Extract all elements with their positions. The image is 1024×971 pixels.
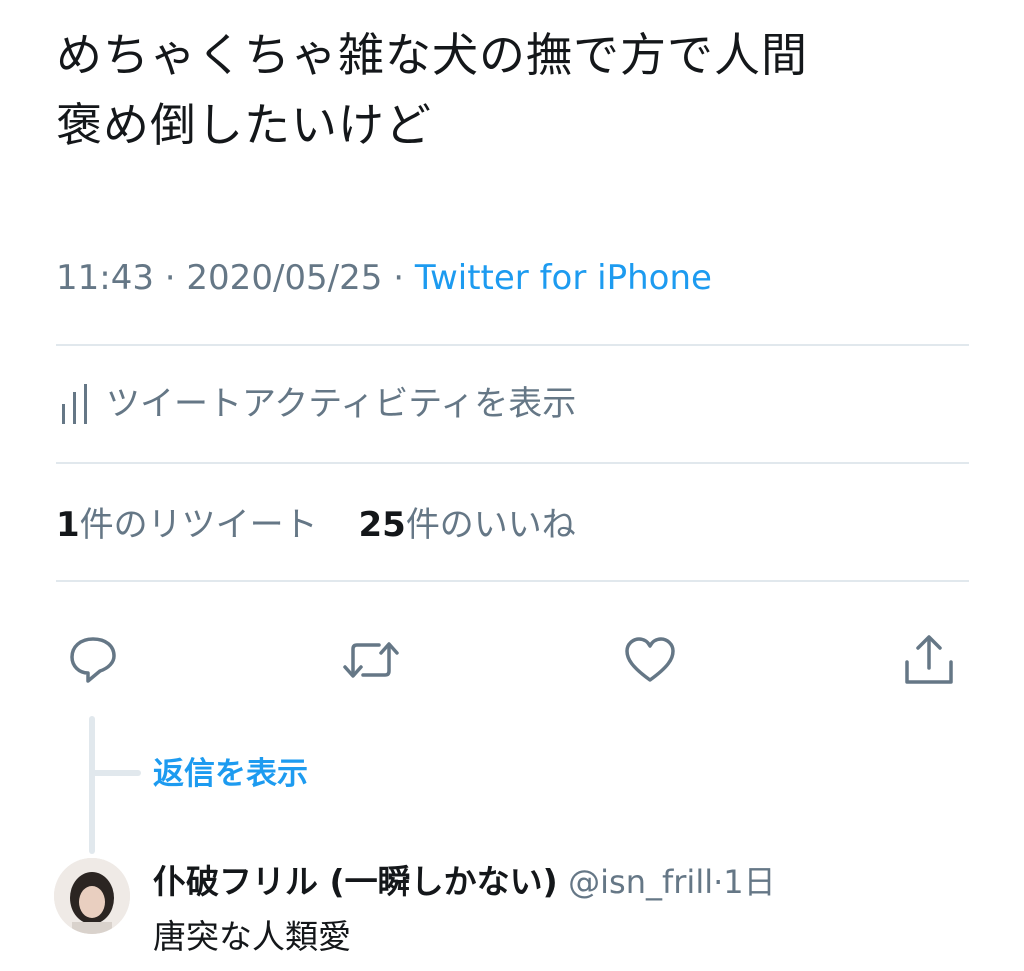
thread-line-branch bbox=[89, 770, 141, 776]
retweet-button[interactable] bbox=[336, 625, 406, 695]
divider bbox=[56, 344, 969, 346]
retweets-stat[interactable]: 1件のリツイート bbox=[56, 505, 318, 545]
reply-time: 1日 bbox=[723, 863, 776, 901]
divider bbox=[56, 462, 969, 464]
reply-separator: · bbox=[713, 863, 724, 901]
reply-button[interactable] bbox=[58, 625, 128, 695]
tweet-time: 11:43 bbox=[56, 258, 154, 298]
likes-stat[interactable]: 25件のいいね bbox=[358, 505, 575, 545]
reply-text: 唐突な人類愛 bbox=[153, 917, 351, 956]
thread-line bbox=[89, 716, 95, 854]
meta-separator: · bbox=[382, 258, 415, 298]
show-replies-link[interactable]: 返信を表示 bbox=[153, 748, 308, 793]
likes-count: 25 bbox=[358, 505, 406, 545]
retweets-count: 1 bbox=[56, 505, 80, 545]
reply-header: 仆破フリル (一瞬しかない) @isn_frill·1日 bbox=[153, 855, 776, 903]
like-icon bbox=[625, 637, 675, 682]
reply-handle[interactable]: @isn_frill bbox=[568, 863, 713, 901]
tweet-stats: 1件のリツイート 25件のいいね bbox=[56, 497, 606, 546]
meta-separator: · bbox=[153, 258, 187, 298]
avatar-image bbox=[54, 858, 130, 934]
tweet-date: 2020/05/25 bbox=[186, 258, 383, 298]
tweet-activity-label: ツイートアクティビティを表示 bbox=[106, 383, 577, 424]
retweets-label: 件のリツイート bbox=[79, 505, 318, 545]
tweet-text-line-1: めちゃくちゃ雑な犬の撫で方で人間 bbox=[56, 28, 808, 82]
bar-chart-icon bbox=[62, 384, 87, 424]
share-button[interactable] bbox=[894, 625, 964, 695]
tweet-actions bbox=[56, 625, 969, 695]
tweet-text-line-2: 褒め倒したいけど bbox=[56, 98, 432, 152]
reply-icon bbox=[70, 637, 116, 683]
tweet-meta: 11:43 · 2020/05/25 · Twitter for iPhone bbox=[56, 258, 712, 298]
divider bbox=[56, 580, 969, 582]
tweet-text: めちゃくちゃ雑な犬の撫で方で人間 褒め倒したいけど bbox=[56, 20, 986, 160]
share-icon bbox=[905, 635, 953, 684]
avatar[interactable] bbox=[54, 858, 130, 934]
tweet-activity-button[interactable]: ツイートアクティビティを表示 bbox=[56, 370, 576, 430]
likes-label: 件のいいね bbox=[405, 505, 576, 545]
reply-display-name[interactable]: 仆破フリル (一瞬しかない) bbox=[153, 862, 558, 901]
like-button[interactable] bbox=[615, 625, 685, 695]
tweet-source-link[interactable]: Twitter for iPhone bbox=[415, 258, 712, 298]
retweet-icon bbox=[343, 642, 399, 678]
